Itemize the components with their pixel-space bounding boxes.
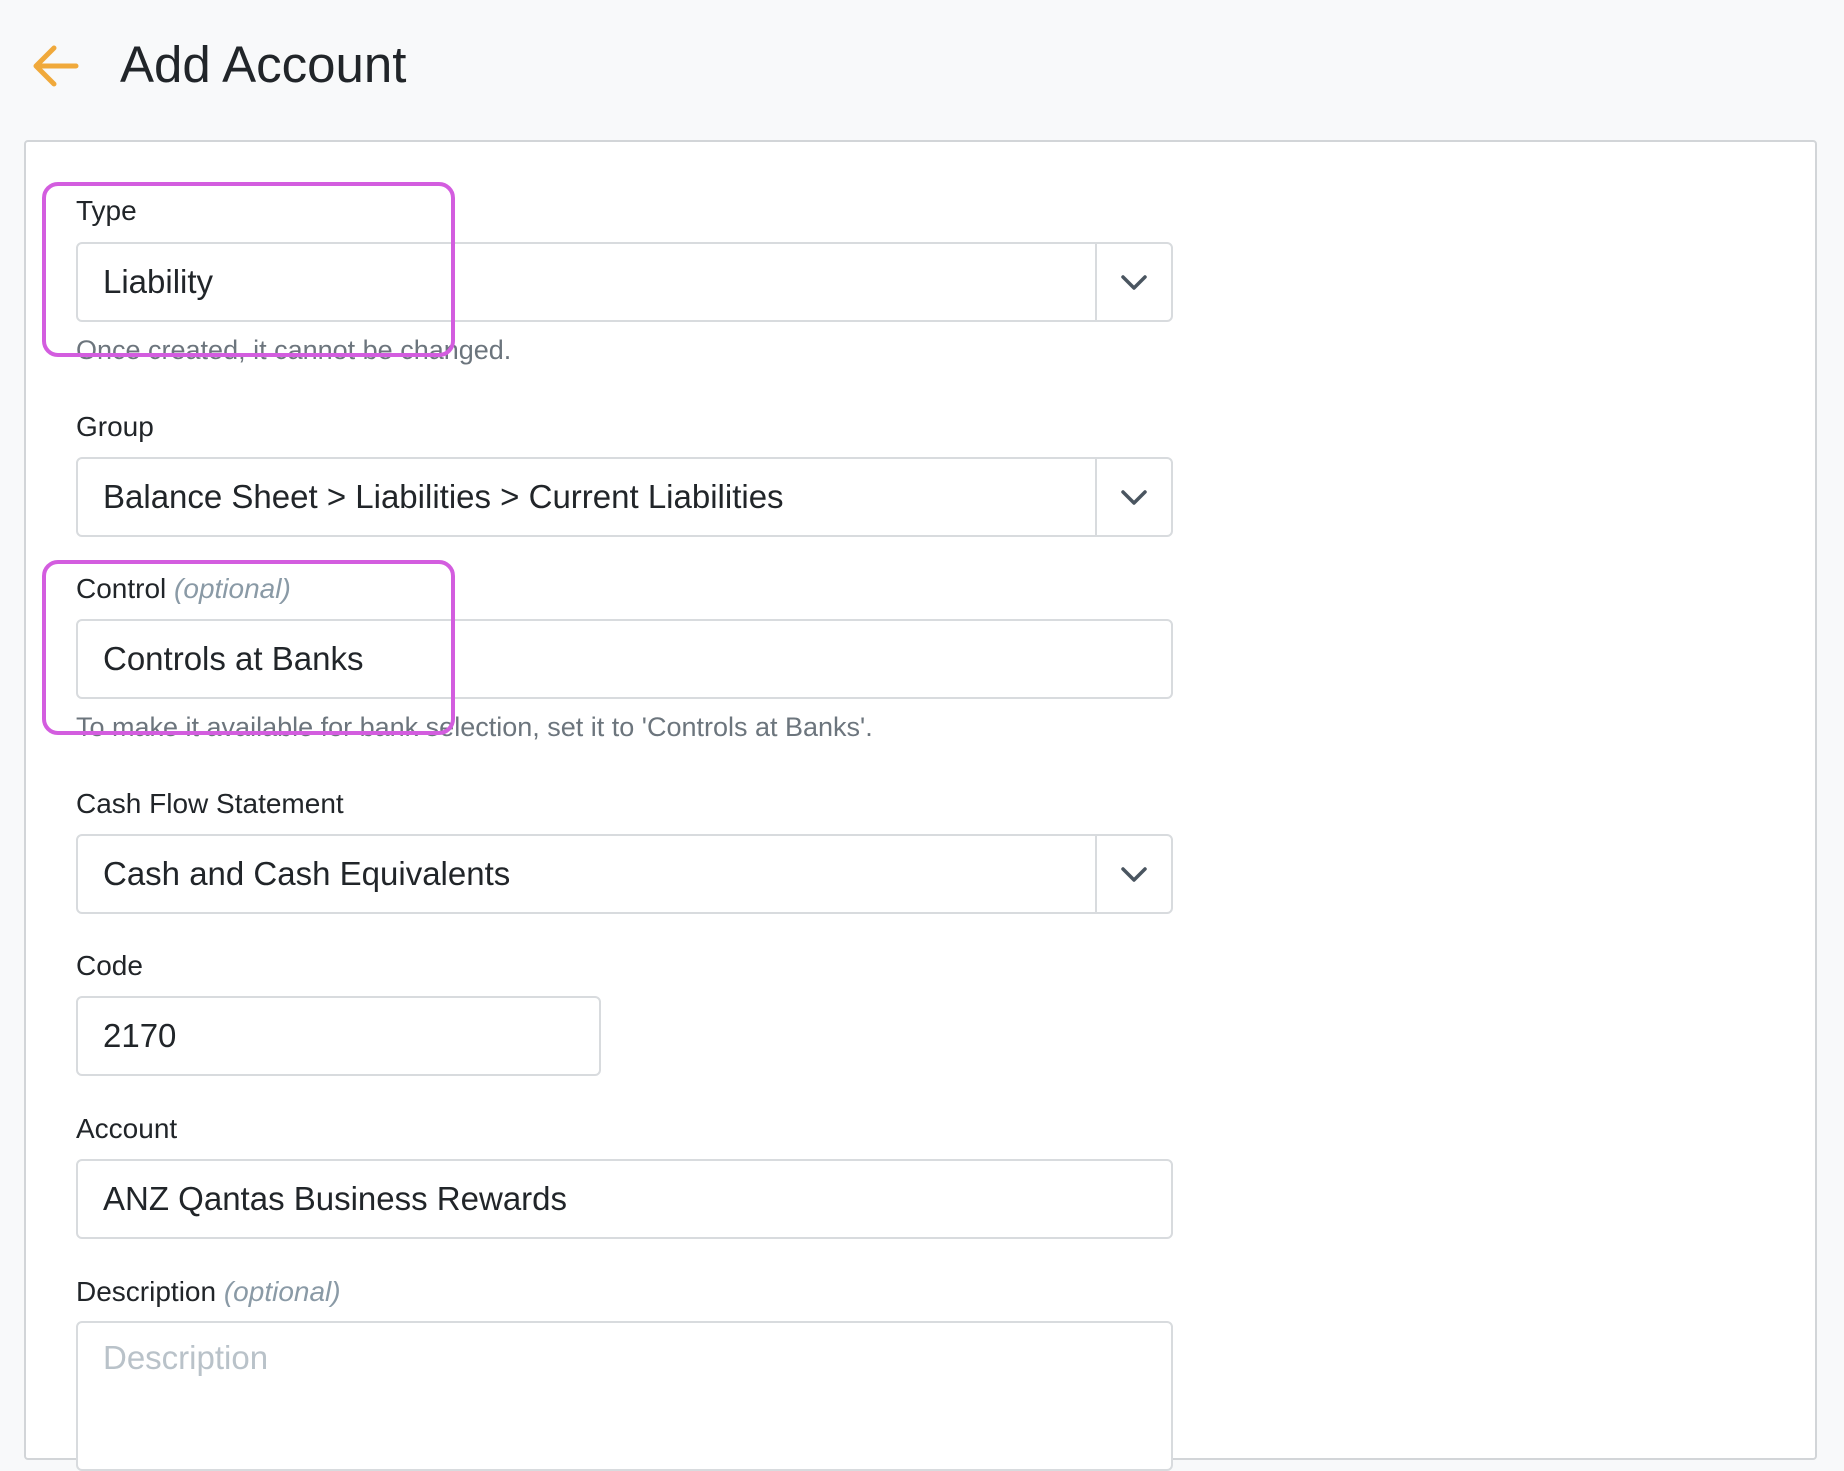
control-label-text: Control: [76, 573, 167, 604]
group-label: Group: [76, 411, 154, 442]
code-input-value: 2170: [103, 1017, 177, 1054]
chevron-down-icon: [1121, 490, 1147, 505]
account-input-value: ANZ Qantas Business Rewards: [103, 1180, 568, 1217]
type-help-text: Once created, it cannot be changed.: [76, 335, 512, 365]
type-select-value: Liability: [103, 263, 214, 300]
description-label: Description (optional): [76, 1275, 341, 1309]
page-title: Add Account: [120, 36, 407, 93]
cash-flow-select-value: Cash and Cash Equivalents: [103, 855, 511, 892]
account-label: Account: [76, 1113, 178, 1144]
control-label: Control (optional): [76, 572, 291, 606]
account-input[interactable]: ANZ Qantas Business Rewards: [76, 1159, 1173, 1239]
chevron-down-icon: [1121, 275, 1147, 290]
arrow-left-icon: [33, 45, 79, 87]
chevron-down-icon: [1121, 867, 1147, 882]
control-input-value: Controls at Banks: [103, 640, 364, 677]
description-placeholder: Description: [103, 1339, 269, 1376]
code-label: Code: [76, 950, 143, 981]
description-textarea[interactable]: Description: [76, 1321, 1173, 1471]
description-label-text: Description: [76, 1276, 217, 1307]
group-select[interactable]: Balance Sheet > Liabilities > Current Li…: [76, 457, 1173, 537]
control-help-text: To make it available for bank selection,…: [76, 712, 873, 742]
back-button[interactable]: [30, 40, 82, 92]
cash-flow-select[interactable]: Cash and Cash Equivalents: [76, 834, 1173, 914]
type-label: Type: [76, 195, 137, 226]
page-header: Add Account: [0, 0, 1844, 140]
description-optional-hint: (optional): [223, 1276, 341, 1307]
control-input[interactable]: Controls at Banks: [76, 619, 1173, 699]
group-select-value: Balance Sheet > Liabilities > Current Li…: [103, 478, 784, 515]
cash-flow-label: Cash Flow Statement: [76, 788, 344, 819]
type-dropdown-toggle[interactable]: [1095, 244, 1171, 320]
cash-flow-dropdown-toggle[interactable]: [1095, 836, 1171, 912]
account-form: Type Liability Once created, it cannot b…: [24, 140, 1817, 1471]
control-optional-hint: (optional): [174, 573, 291, 604]
type-select[interactable]: Liability: [76, 242, 1173, 322]
code-input[interactable]: 2170: [76, 996, 601, 1076]
group-dropdown-toggle[interactable]: [1095, 459, 1171, 535]
